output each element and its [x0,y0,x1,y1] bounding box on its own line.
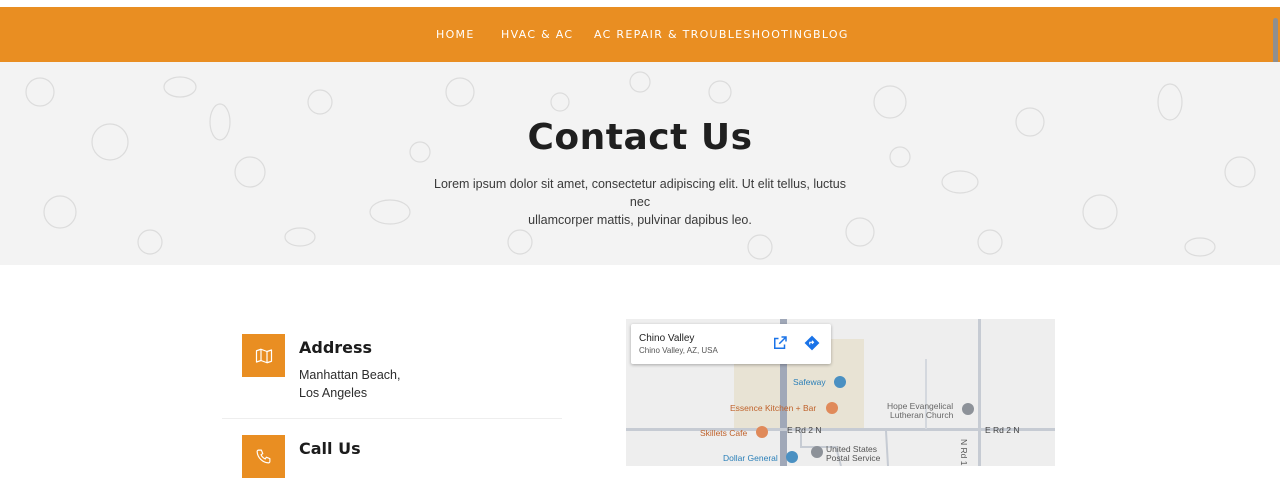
nav-home-link[interactable]: HOME [436,7,475,62]
hero-description-line2: ullamcorper mattis, pulvinar dapibus leo… [528,213,752,227]
map-place-address: Chino Valley, AZ, USA [639,346,718,355]
fruit-pattern-background [25,71,1256,260]
nav-ac-repair-link[interactable]: AC REPAIR & TROUBLESHOOTING [594,7,813,62]
cafe-pin-icon[interactable] [756,426,768,438]
post-office-pin-icon[interactable] [811,446,823,458]
map-place-name: Chino Valley [639,333,695,344]
store-pin-icon[interactable] [834,376,846,388]
phone-icon [242,435,285,478]
map-label-essence: Essence Kitchen + Bar [730,403,817,413]
address-line2: Los Angeles [299,386,368,400]
map-icon [242,334,285,377]
hero-description-line1: Lorem ipsum dolor sit amet, consectetur … [434,177,846,209]
church-pin-icon[interactable] [962,403,974,415]
map-label-erd2n-right: E Rd 2 N [985,425,1020,435]
map-label-erd2n-left: E Rd 2 N [787,425,822,435]
nav-hvac-link[interactable]: HVAC & AC [501,7,573,62]
map-label-usps2: Postal Service [826,453,881,463]
map-label-safeway: Safeway [793,377,826,387]
hero-description: Lorem ipsum dolor sit amet, consectetur … [430,175,850,229]
call-us-block: Call Us [242,435,562,478]
restaurant-pin-icon[interactable] [826,402,838,414]
map-label-skillets: Skillets Cafe [700,428,748,438]
address-title: Address [299,338,373,357]
map-label-nrd: N Rd 1 E [959,439,969,466]
location-map[interactable]: Chino Valley Chino Valley, AZ, USA Safew… [626,319,1055,466]
directions-icon[interactable] [803,334,821,352]
nav-blog-link[interactable]: BLOG [813,7,849,62]
hero-section: Contact Us Lorem ipsum dolor sit amet, c… [0,62,1280,265]
shopping-pin-icon[interactable] [786,451,798,463]
map-label-dollar: Dollar General [723,453,778,463]
divider [222,418,562,419]
main-navbar: HOME HVAC & AC AC REPAIR & TROUBLESHOOTI… [0,7,1280,62]
address-line1: Manhattan Beach, [299,368,401,382]
page-title: Contact Us [527,117,753,158]
address-block: Address Manhattan Beach, Los Angeles [242,334,562,414]
map-label-hope2: Lutheran Church [890,410,954,420]
top-strip [0,0,1280,7]
map-place-card: Chino Valley Chino Valley, AZ, USA [631,324,831,364]
call-us-title: Call Us [299,439,361,458]
open-in-maps-icon[interactable] [771,334,789,352]
